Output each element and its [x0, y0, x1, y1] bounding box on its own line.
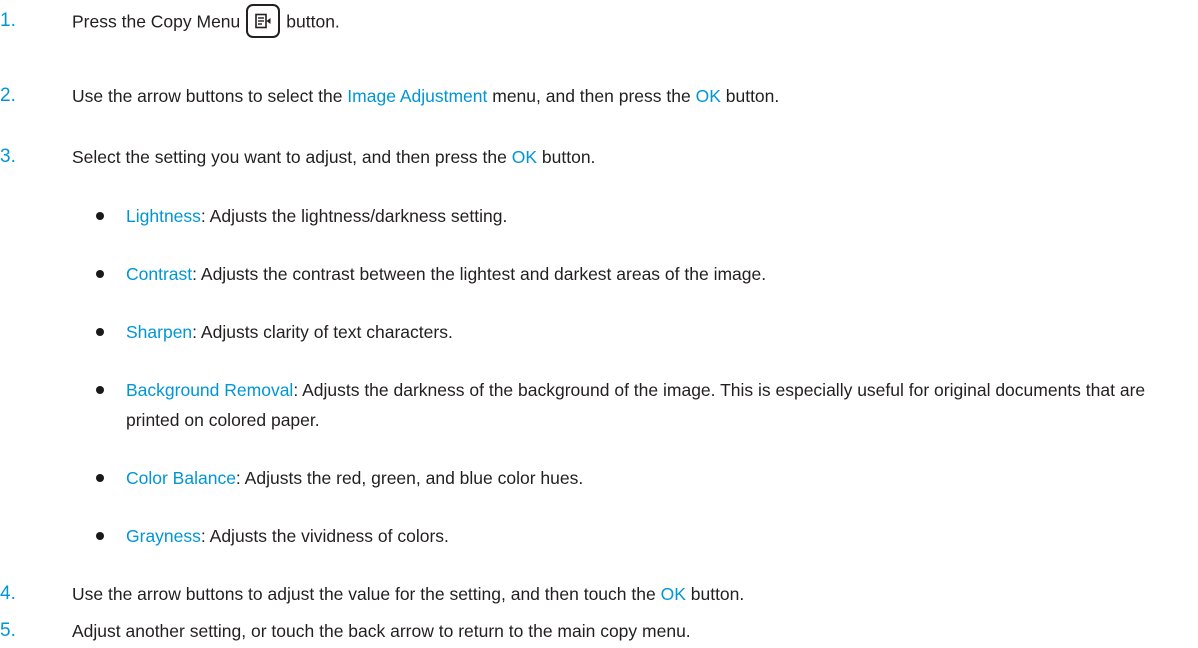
step-text-after: button. — [685, 584, 745, 604]
bullet-icon — [96, 212, 104, 220]
step-text-after: button. — [286, 11, 340, 32]
step-text-after: button. — [537, 147, 596, 167]
setting-desc: : Adjusts the vividness of colors. — [200, 526, 449, 546]
setting-text: Background Removal: Adjusts the darkness… — [126, 375, 1186, 435]
copy-menu-icon — [246, 4, 281, 38]
bullet-icon — [96, 532, 104, 540]
bullet-icon — [96, 328, 104, 336]
step-number: 2. — [0, 85, 16, 106]
setting-name: Lightness — [126, 206, 201, 226]
setting-text: Color Balance: Adjusts the red, green, a… — [126, 467, 583, 489]
ok-term: OK — [511, 147, 538, 167]
ok-term: OK — [695, 86, 721, 106]
setting-name: Contrast — [126, 264, 193, 284]
bullet-icon — [96, 474, 104, 482]
step-text-before: Use the arrow buttons to adjust the valu… — [72, 584, 661, 604]
setting-name: Color Balance — [126, 468, 236, 488]
step-number: 4. — [0, 583, 16, 604]
step-number: 1. — [0, 10, 16, 31]
step-text-before: Select the setting you want to adjust, a… — [72, 147, 512, 167]
step-text: Adjust another setting, or touch the bac… — [72, 621, 691, 641]
step-text: Use the arrow buttons to adjust the valu… — [72, 583, 744, 605]
step-text-before: Use the arrow buttons to select the — [72, 86, 348, 106]
step-number: 3. — [0, 146, 16, 167]
bullet-icon — [96, 386, 104, 394]
setting-desc: : Adjusts the lightness/darkness setting… — [200, 206, 508, 226]
setting-name: Sharpen — [126, 322, 193, 342]
ok-term: OK — [660, 584, 686, 604]
step-text-after: button. — [720, 86, 780, 106]
setting-desc: : Adjusts the contrast between the light… — [192, 264, 767, 284]
setting-desc: : Adjusts clarity of text characters. — [192, 322, 453, 342]
bullet-icon — [96, 270, 104, 278]
step-text-before: Press the Copy Menu — [72, 11, 241, 32]
setting-text: Lightness: Adjusts the lightness/darknes… — [126, 205, 507, 227]
setting-text: Contrast: Adjusts the contrast between t… — [126, 263, 766, 285]
setting-text: Sharpen: Adjusts clarity of text charact… — [126, 321, 453, 343]
step-text-middle: menu, and then press the — [487, 86, 696, 106]
menu-term-image-adjustment: Image Adjustment — [347, 86, 488, 106]
setting-desc: : Adjusts the red, green, and blue color… — [235, 468, 584, 488]
setting-text: Grayness: Adjusts the vividness of color… — [126, 525, 449, 547]
step-text: Select the setting you want to adjust, a… — [72, 146, 595, 168]
setting-name: Background Removal — [126, 380, 294, 400]
setting-name: Grayness — [126, 526, 201, 546]
step-number: 5. — [0, 620, 16, 641]
instruction-document: 1. Press the Copy Menu button. 2. Use th… — [0, 0, 1198, 648]
step-text: Use the arrow buttons to select the Imag… — [72, 85, 779, 107]
step-text: Press the Copy Menu button. — [72, 4, 340, 38]
